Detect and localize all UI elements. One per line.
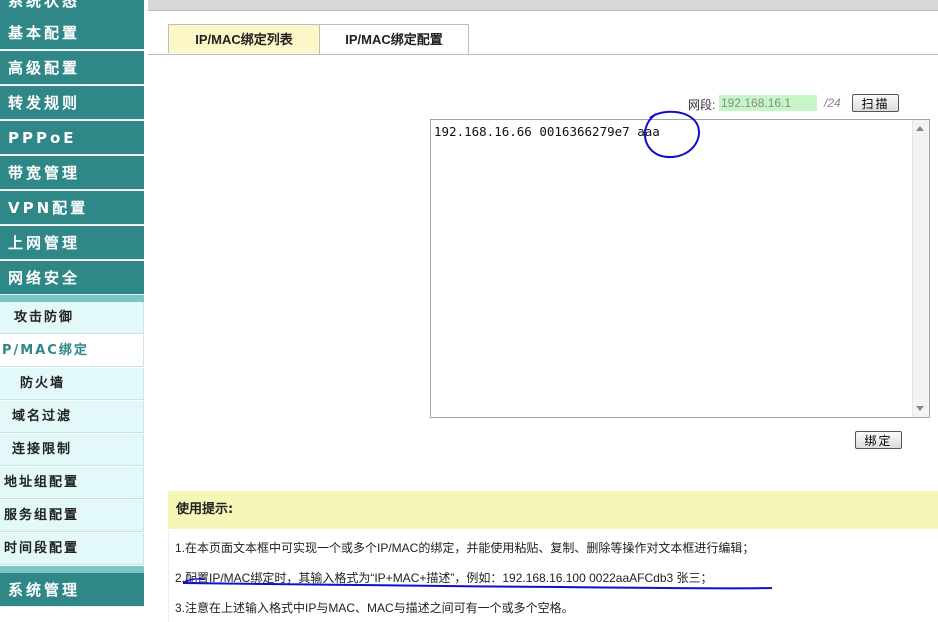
top-bar xyxy=(148,0,938,11)
scroll-up-icon[interactable] xyxy=(916,126,924,131)
menu-internet-management[interactable]: 上网管理 xyxy=(0,226,144,260)
menu-system-management[interactable]: 系统管理 xyxy=(0,573,144,607)
segment-label: 网段: xyxy=(688,98,716,112)
tab-bar: IP/MAC绑定列表 IP/MAC绑定配置 xyxy=(148,24,938,55)
bind-button[interactable]: 绑定 xyxy=(855,431,902,449)
submenu-attack-defense[interactable]: 攻击防御 xyxy=(0,302,144,334)
menu-advanced-config[interactable]: 高级配置 xyxy=(0,51,144,85)
tab-binding-list[interactable]: IP/MAC绑定列表 xyxy=(168,24,320,53)
menu-basic-config[interactable]: 基本配置 xyxy=(0,16,144,50)
tip-line-2: 2.配置IP/MAC绑定时，其输入格式为“IP+MAC+描述”，例如：192.1… xyxy=(175,571,713,585)
segment-mask-suffix: /24 xyxy=(824,96,841,110)
submenu-firewall[interactable]: 防火墙 xyxy=(0,368,144,400)
submenu-domain-filter[interactable]: 域名过滤 xyxy=(0,401,144,433)
binding-textarea[interactable]: 192.168.16.66 0016366279e7 aaa xyxy=(430,119,930,418)
scan-button[interactable]: 扫描 xyxy=(852,94,899,112)
menu-vpn-config[interactable]: VPN配置 xyxy=(0,191,144,225)
tips-title: 使用提示: xyxy=(168,491,938,529)
tip-line-1: 1.在本页面文本框中可实现一个或多个IP/MAC的绑定，并能使用粘贴、复制、删除… xyxy=(175,541,755,555)
segment-input[interactable] xyxy=(719,95,817,111)
submenu-ip-mac-binding[interactable]: P/MAC绑定 xyxy=(0,335,144,367)
submenu-time-range[interactable]: 时间段配置 xyxy=(0,533,144,565)
tab-binding-config[interactable]: IP/MAC绑定配置 xyxy=(319,24,469,54)
textarea-scrollbar[interactable] xyxy=(912,120,929,417)
tip-line-3: 3.注意在上述输入格式中IP与MAC、MAC与描述之间可有一个或多个空格。 xyxy=(175,601,574,615)
menu-pppoe[interactable]: PPPoE xyxy=(0,121,144,155)
binding-text: 192.168.16.66 0016366279e7 aaa xyxy=(434,124,660,139)
menu-separator xyxy=(0,295,144,302)
submenu-connection-limit[interactable]: 连接限制 xyxy=(0,434,144,466)
sidebar: 系统状态 基本配置 高级配置 转发规则 PPPoE 带宽管理 VPN配置 上网管… xyxy=(0,0,145,622)
scroll-down-icon[interactable] xyxy=(916,406,924,411)
submenu-service-group[interactable]: 服务组配置 xyxy=(0,500,144,532)
menu-separator xyxy=(0,566,144,573)
menu-network-security[interactable]: 网络安全 xyxy=(0,261,144,295)
menu-forward-rules[interactable]: 转发规则 xyxy=(0,86,144,120)
submenu-address-group[interactable]: 地址组配置 xyxy=(0,467,144,499)
menu-bandwidth[interactable]: 带宽管理 xyxy=(0,156,144,190)
